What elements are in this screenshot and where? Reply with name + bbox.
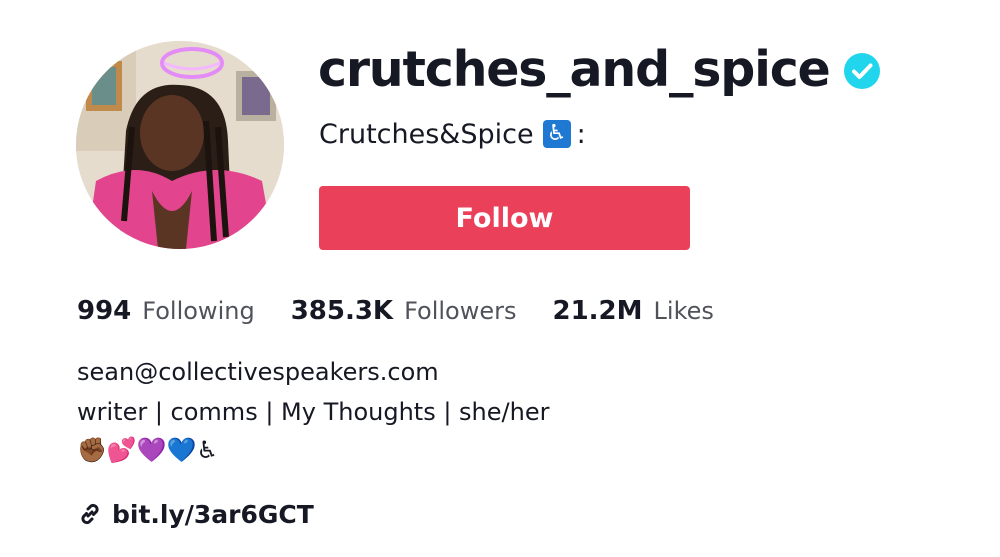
avatar[interactable] bbox=[76, 41, 284, 249]
wheelchair-icon: ♿ bbox=[542, 120, 571, 148]
bio-email: sean@collectivespeakers.com bbox=[77, 358, 439, 386]
link-icon bbox=[77, 501, 103, 527]
bio-emoji: ✊🏾💕💜💙♿ bbox=[77, 436, 219, 464]
username-row: crutches_and_spice bbox=[318, 34, 880, 104]
username: crutches_and_spice bbox=[318, 40, 831, 98]
stat-label: Following bbox=[142, 297, 255, 325]
bio-link[interactable]: bit.ly/3ar6GCT bbox=[112, 500, 314, 529]
display-name: Crutches&Spice bbox=[319, 118, 534, 150]
stat-likes: 21.2M Likes bbox=[553, 296, 714, 326]
avatar-photo bbox=[76, 41, 284, 249]
display-name-suffix: : bbox=[576, 118, 586, 150]
bio-tagline: writer | comms | My Thoughts | she/her bbox=[77, 398, 550, 426]
follow-button[interactable]: Follow bbox=[319, 186, 690, 250]
stat-label: Followers bbox=[404, 297, 517, 325]
stat-value: 385.3K bbox=[290, 296, 394, 326]
bio-link-row[interactable]: bit.ly/3ar6GCT bbox=[77, 496, 314, 532]
verified-check-icon bbox=[843, 53, 880, 89]
stat-value: 21.2M bbox=[552, 296, 643, 326]
profile-stats: 994 Following 385.3K Followers 21.2M Lik… bbox=[77, 289, 714, 333]
bio: sean@collectivespeakers.com writer | com… bbox=[77, 352, 549, 468]
stat-following[interactable]: 994 Following bbox=[77, 296, 255, 326]
stat-value: 994 bbox=[77, 296, 132, 326]
stat-followers[interactable]: 385.3K Followers bbox=[291, 296, 517, 326]
stat-label: Likes bbox=[653, 297, 714, 325]
display-name-row: Crutches&Spice ♿ : bbox=[319, 114, 586, 154]
